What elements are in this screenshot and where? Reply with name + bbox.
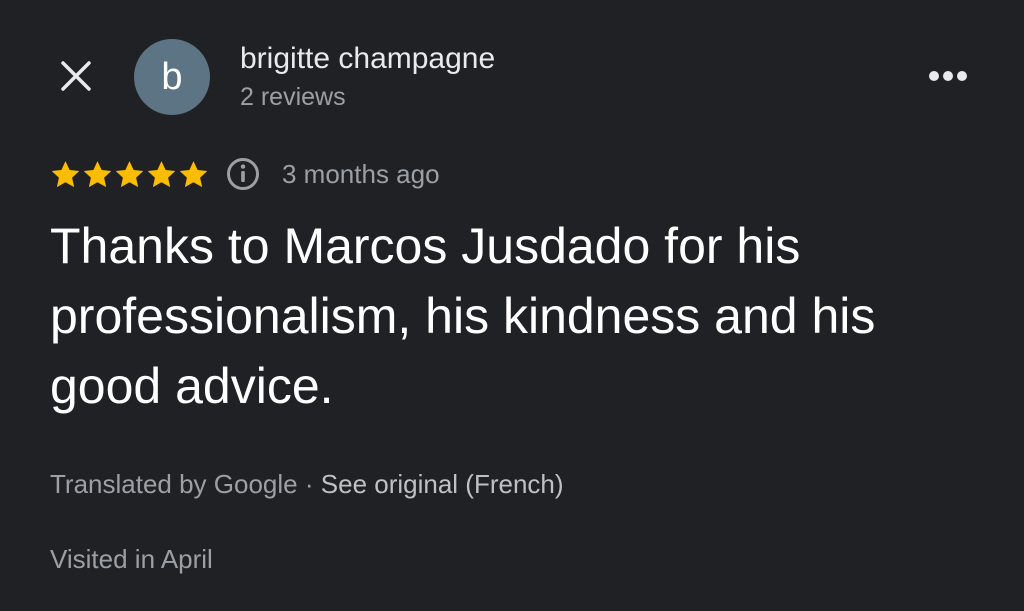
star-rating (50, 159, 210, 190)
avatar-letter: b (161, 56, 183, 98)
author-name[interactable]: brigitte champagne (240, 40, 495, 78)
star-icon (51, 160, 80, 187)
rating-row: 3 months ago (50, 154, 440, 194)
review-text: Thanks to Marcos Jusdado for his profess… (50, 218, 876, 414)
close-button[interactable] (52, 52, 100, 100)
more-horiz-icon (929, 71, 967, 81)
info-icon[interactable] (226, 157, 260, 191)
review-detail-screen: b brigitte champagne 2 reviews 3 months … (0, 0, 1024, 611)
close-icon (61, 61, 91, 91)
more-options-button[interactable] (918, 52, 978, 100)
star-icon (115, 160, 144, 187)
star-icon (179, 160, 208, 187)
visited-date: Visited in April (50, 544, 213, 574)
avatar[interactable]: b (134, 39, 210, 115)
see-original-link[interactable]: See original (French) (321, 469, 564, 499)
review-time: 3 months ago (282, 158, 440, 189)
separator-dot: · (304, 469, 314, 499)
star-icon (83, 160, 112, 187)
review-count[interactable]: 2 reviews (240, 81, 346, 113)
translation-info: Translated by Google · See original (Fre… (50, 466, 564, 502)
translated-by-label: Translated by Google (50, 469, 298, 499)
star-icon (147, 160, 176, 187)
